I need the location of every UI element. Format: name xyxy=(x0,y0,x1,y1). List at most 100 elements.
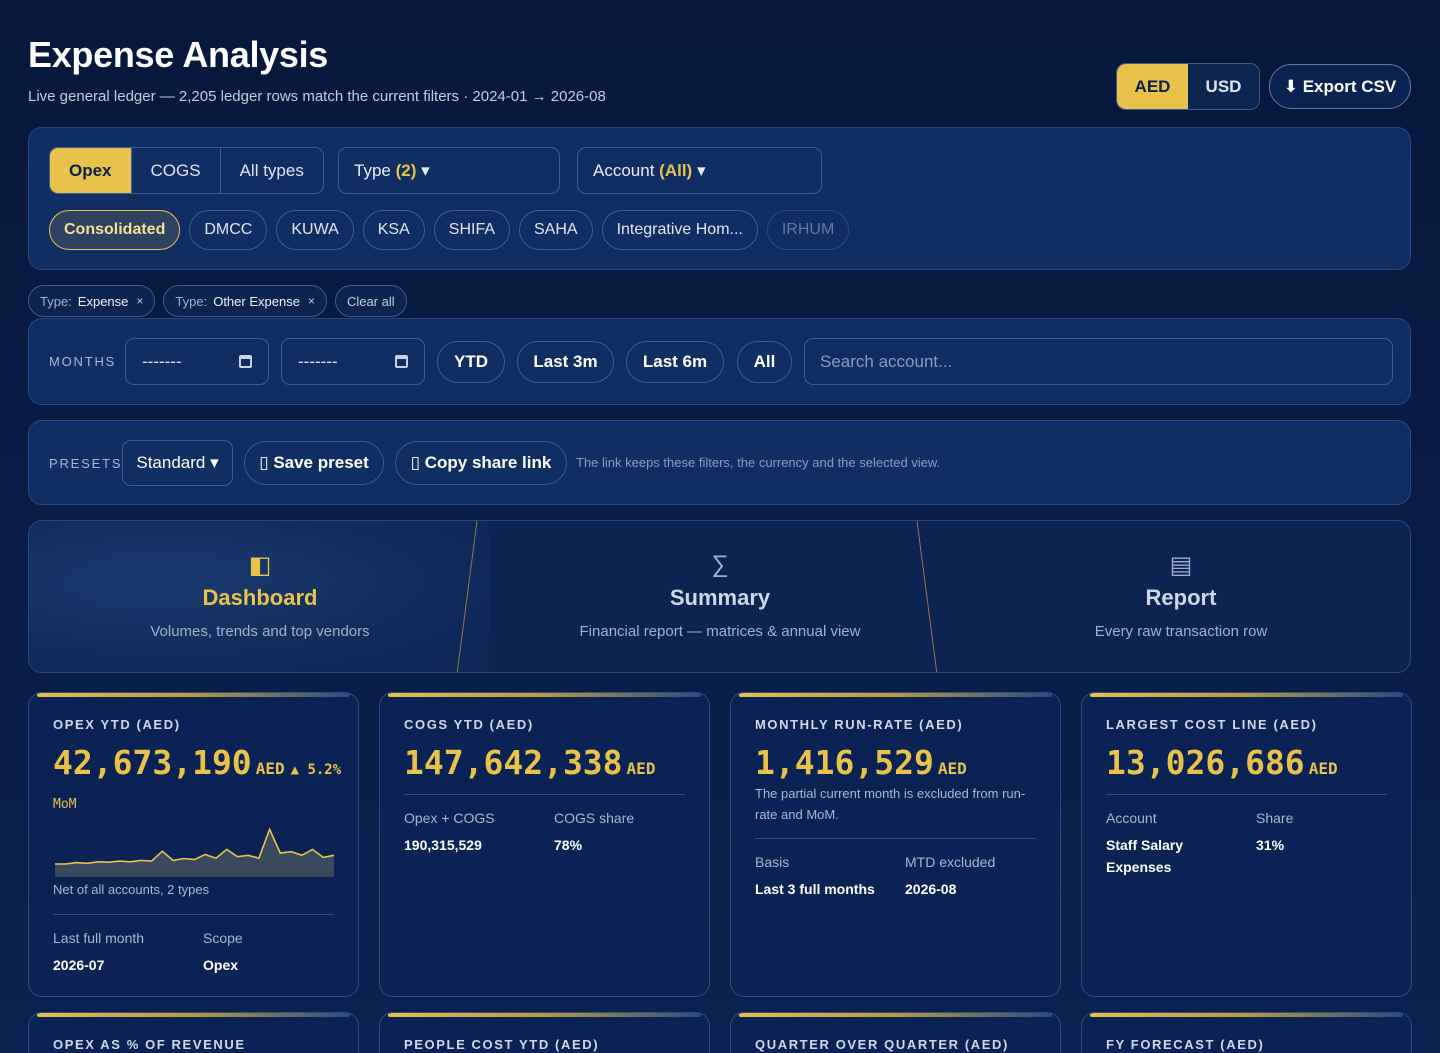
type-segmented-control: Opex COGS All types xyxy=(49,147,324,194)
months-label: MONTHS xyxy=(49,354,117,369)
kpi-number: 147,642,338 xyxy=(404,743,623,782)
kpi-card-run-rate: MONTHLY RUN-RATE (AED) 1,416,529 AED The … xyxy=(730,692,1061,997)
kpi-field-value: Staff Salary Expenses xyxy=(1106,837,1184,875)
search-account-input[interactable]: Search account... xyxy=(804,338,1393,385)
account-dropdown-label: Account xyxy=(593,160,655,180)
kpi-card-largest-cost: LARGEST COST LINE (AED) 13,026,686 AED Ac… xyxy=(1081,692,1412,997)
type-opex-button[interactable]: Opex xyxy=(50,148,132,193)
kpi-label: FY FORECAST (AED) xyxy=(1106,1037,1265,1052)
close-icon[interactable]: × xyxy=(308,294,315,308)
kpi-number: 13,026,686 xyxy=(1106,743,1305,782)
kpi-label: OPEX AS % OF REVENUE xyxy=(53,1037,246,1052)
kpi-value: 13,026,686 AED xyxy=(1106,743,1338,782)
divider xyxy=(404,794,685,795)
filter-tag-key: Type: xyxy=(40,293,72,309)
type-cogs-button[interactable]: COGS xyxy=(132,148,221,193)
tab-description: Every raw transaction row xyxy=(1094,623,1268,640)
range-last-3m-button[interactable]: Last 3m xyxy=(517,341,614,383)
type-dropdown[interactable]: Type (2) ▾ xyxy=(338,147,560,194)
kpi-value: 1,416,529 AED xyxy=(755,743,967,782)
clear-all-button[interactable]: Clear all xyxy=(334,285,407,317)
tab-report[interactable]: ▤ Report Every raw transaction row xyxy=(950,521,1410,672)
tab-summary[interactable]: ∑ Summary Financial report — matrices & … xyxy=(489,521,951,672)
kpi-card-opex-pct-revenue: OPEX AS % OF REVENUE xyxy=(28,1012,359,1053)
entity-chip-shifa[interactable]: SHIFA xyxy=(433,210,510,250)
active-filter-tags: Type: Expense × Type: Other Expense × Cl… xyxy=(28,285,407,317)
currency-usd-button[interactable]: USD xyxy=(1188,64,1259,109)
copy-share-link-button[interactable]: ▯ Copy share link xyxy=(395,441,567,485)
kpi-field-key: COGS share xyxy=(554,810,635,826)
month-to-input[interactable]: ------- xyxy=(281,338,425,385)
kpi-field-key: Last full month xyxy=(53,930,145,946)
page-title: Expense Analysis xyxy=(28,34,329,75)
save-preset-button[interactable]: ▯ Save preset xyxy=(244,441,384,485)
kpi-field-key: MTD excluded xyxy=(905,854,996,870)
kpi-field-value: Opex xyxy=(203,957,239,973)
preset-select[interactable]: Standard ▾ xyxy=(122,440,233,486)
kpi-number: 1,416,529 xyxy=(755,743,934,782)
entity-chip-integrative-home[interactable]: Integrative Hom... xyxy=(601,210,758,250)
kpi-field-key: Basis xyxy=(755,854,790,870)
kpi-card-opex-ytd: OPEX YTD (AED) 42,673,190 AED ▲ 5.2% MoM N… xyxy=(28,692,359,997)
chevron-down-icon: ▾ xyxy=(696,160,706,180)
kpi-label: PEOPLE COST YTD (AED) xyxy=(404,1037,600,1052)
type-all-button[interactable]: All types xyxy=(221,148,323,193)
kpi-field-key: Share xyxy=(1256,810,1294,826)
entity-chip-kuwa[interactable]: KUWA xyxy=(276,210,354,250)
months-filter-panel: MONTHS ------- ------- YTD Last 3m Last … xyxy=(28,318,1411,405)
entity-chip-consolidated[interactable]: Consolidated xyxy=(49,210,181,250)
tab-title: Dashboard xyxy=(202,585,318,610)
kpi-field-key: Account xyxy=(1106,810,1157,826)
range-all-button[interactable]: All xyxy=(737,341,792,383)
month-to-value: ------- xyxy=(298,351,338,371)
calendar-icon[interactable] xyxy=(395,355,408,368)
page-subtitle: Live general ledger — 2,205 ledger rows … xyxy=(28,88,606,105)
type-dropdown-count: (2) xyxy=(395,160,417,180)
filter-tag[interactable]: Type: Expense × xyxy=(28,285,156,317)
kpi-label: LARGEST COST LINE (AED) xyxy=(1106,717,1318,732)
entity-chip-saha[interactable]: SAHA xyxy=(519,210,593,250)
entity-chip-dmcc[interactable]: DMCC xyxy=(189,210,268,250)
share-link-note: The link keeps these filters, the curren… xyxy=(576,455,941,470)
kpi-card-cogs-ytd: COGS YTD (AED) 147,642,338 AED Opex + COG… xyxy=(379,692,710,997)
tab-dashboard[interactable]: ◧ Dashboard Volumes, trends and top vend… xyxy=(29,521,491,672)
kpi-unit: AED xyxy=(626,759,656,778)
account-dropdown[interactable]: Account (All) ▾ xyxy=(577,147,822,194)
kpi-caption: Net of all accounts, 2 types xyxy=(53,882,210,897)
kpi-card-people-cost: PEOPLE COST YTD (AED) xyxy=(379,1012,710,1053)
month-from-input[interactable]: ------- xyxy=(125,338,269,385)
currency-toggle: AED USD xyxy=(1116,63,1260,110)
kpi-card-qoq: QUARTER OVER QUARTER (AED) xyxy=(730,1012,1061,1053)
kpi-label: COGS YTD (AED) xyxy=(404,717,534,732)
filter-tag[interactable]: Type: Other Expense × xyxy=(163,285,327,317)
calendar-icon[interactable] xyxy=(239,355,252,368)
tab-title: Summary xyxy=(669,585,771,610)
entity-chip-irhum[interactable]: IRHUM xyxy=(766,210,850,250)
kpi-field-key: Scope xyxy=(203,930,243,946)
kpi-delta-label: MoM xyxy=(53,797,77,812)
table-icon: ▤ xyxy=(1169,552,1193,579)
kpi-field-value: 78% xyxy=(554,837,583,853)
view-tabs: ◧ Dashboard Volumes, trends and top vend… xyxy=(28,520,1411,673)
kpi-value: 42,673,190 AED ▲ 5.2% xyxy=(53,743,341,782)
divider xyxy=(755,838,1036,839)
currency-aed-button[interactable]: AED xyxy=(1117,64,1188,109)
kpi-number: 42,673,190 xyxy=(53,743,252,782)
dashboard-icon: ◧ xyxy=(248,552,272,579)
close-icon[interactable]: × xyxy=(136,294,143,308)
divider xyxy=(1106,794,1387,795)
kpi-field-value: 2026-08 xyxy=(905,881,957,897)
entity-chip-ksa[interactable]: KSA xyxy=(362,210,425,250)
filter-tag-key: Type: xyxy=(175,293,208,309)
tab-description: Financial report — matrices & annual vie… xyxy=(579,623,861,640)
filter-tag-value: Other Expense xyxy=(213,293,300,309)
kpi-field-value: 31% xyxy=(1256,837,1285,853)
export-csv-button[interactable]: ⬇ Export CSV xyxy=(1269,64,1411,109)
range-ytd-button[interactable]: YTD xyxy=(437,341,505,383)
account-dropdown-value: (All) xyxy=(659,160,693,180)
range-last-6m-button[interactable]: Last 6m xyxy=(626,341,724,383)
tab-description: Volumes, trends and top vendors xyxy=(150,623,370,640)
kpi-card-fy-forecast: FY FORECAST (AED) xyxy=(1081,1012,1412,1053)
month-from-value: ------- xyxy=(142,351,182,371)
kpi-note: The partial current month is excluded fr… xyxy=(755,786,1026,822)
